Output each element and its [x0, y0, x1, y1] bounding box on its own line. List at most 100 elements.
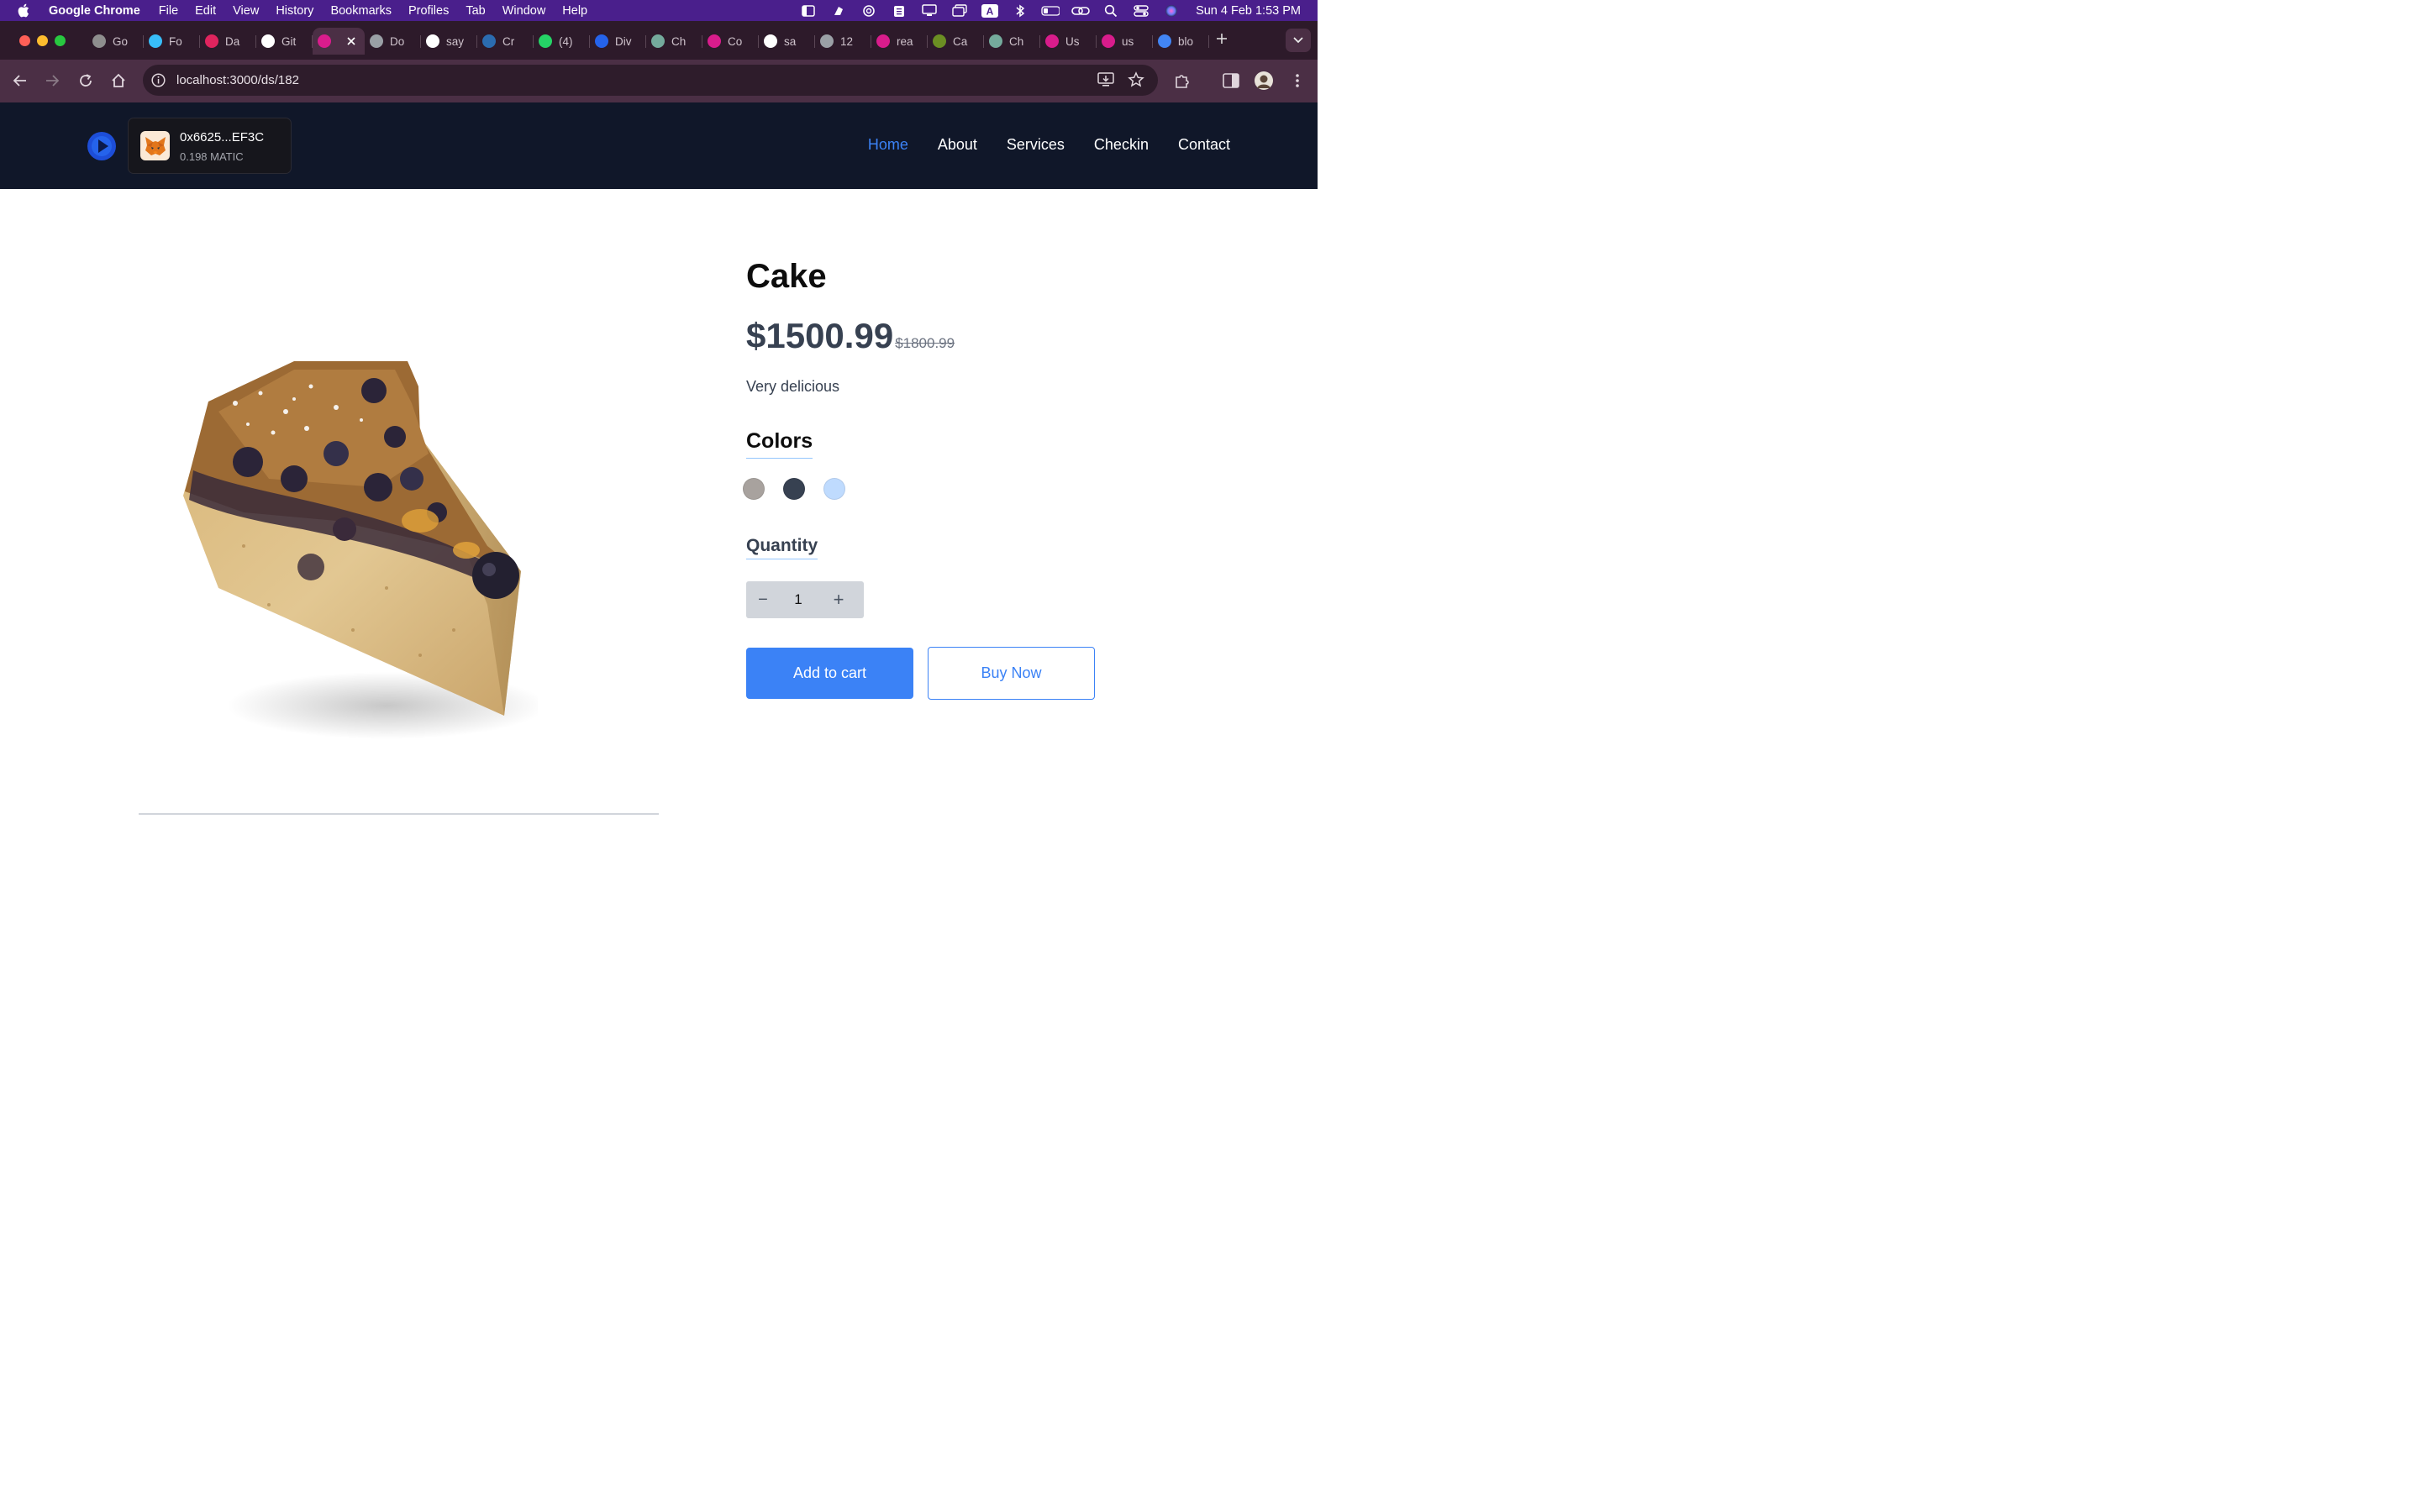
nav-services-link[interactable]: Services [1007, 136, 1065, 154]
wallet-button[interactable]: 0x6625...EF3C 0.198 MATIC [128, 118, 292, 174]
color-swatch-light-blue[interactable] [823, 478, 845, 500]
site-info-icon[interactable] [151, 73, 166, 92]
back-button[interactable] [11, 71, 29, 90]
browser-tab[interactable]: Fo [144, 28, 200, 55]
browser-tab[interactable]: 12 [815, 28, 871, 55]
close-window-button[interactable] [19, 35, 30, 46]
browser-tab[interactable]: Cr [477, 28, 534, 55]
tab-search-button[interactable] [1286, 29, 1311, 52]
minimize-window-button[interactable] [37, 35, 48, 46]
browser-tab[interactable]: Div [590, 28, 646, 55]
menu-window[interactable]: Window [502, 4, 546, 18]
browser-tab[interactable]: Do [365, 28, 421, 55]
doc-icon [595, 34, 608, 48]
color-swatch-dark[interactable] [783, 478, 805, 500]
wallet-address: 0x6625...EF3C [180, 130, 265, 144]
sidebar-icon[interactable] [799, 4, 818, 18]
reload-button[interactable] [76, 71, 95, 90]
menu-bookmarks[interactable]: Bookmarks [330, 4, 392, 18]
battery-icon[interactable] [1041, 4, 1060, 18]
bluetooth-icon[interactable] [1011, 4, 1029, 18]
browser-tab[interactable]: blo [1153, 28, 1209, 55]
browser-tab[interactable]: Ch [646, 28, 702, 55]
globe-icon [370, 34, 383, 48]
menu-profiles[interactable]: Profiles [408, 4, 449, 18]
chrome-menu-button[interactable] [1288, 71, 1307, 90]
product-price: $1500.99 [746, 316, 894, 355]
browser-tab[interactable]: Git [256, 28, 313, 55]
menu-history[interactable]: History [276, 4, 313, 18]
browser-tab[interactable]: say [421, 28, 477, 55]
apple-icon[interactable] [17, 3, 34, 18]
browser-tab[interactable]: Co [702, 28, 759, 55]
dash-icon [205, 34, 218, 48]
menu-clock[interactable]: Sun 4 Feb 1:53 PM [1196, 4, 1301, 18]
menu-help[interactable]: Help [562, 4, 587, 18]
bookmark-star-icon[interactable] [1128, 71, 1144, 92]
tab-title: Ca [953, 34, 968, 48]
profile-avatar[interactable] [1255, 71, 1273, 90]
clipboard-icon[interactable] [890, 4, 908, 18]
extensions-button[interactable] [1173, 71, 1192, 90]
menu-file[interactable]: File [159, 4, 178, 18]
chevron-down-icon [1293, 37, 1303, 44]
address-bar[interactable]: localhost:3000/ds/182 [143, 65, 1158, 96]
nav-checkin-link[interactable]: Checkin [1094, 136, 1149, 154]
menu-app-name[interactable]: Google Chrome [49, 4, 140, 18]
browser-tab[interactable]: Go [87, 28, 144, 55]
nav-contact-link[interactable]: Contact [1178, 136, 1230, 154]
quantity-value[interactable]: 1 [780, 591, 817, 608]
app-icon[interactable] [829, 4, 848, 18]
browser-tab[interactable]: Us [1040, 28, 1097, 55]
control-center-icon[interactable] [1132, 4, 1150, 18]
menu-tab[interactable]: Tab [466, 4, 485, 18]
home-button[interactable] [109, 71, 128, 90]
browser-tab[interactable]: sa [759, 28, 815, 55]
browser-tab[interactable]: Da [200, 28, 256, 55]
tab-title: 12 [840, 34, 854, 48]
menu-view[interactable]: View [233, 4, 259, 18]
decrement-button[interactable]: − [746, 591, 780, 610]
browser-tab[interactable]: us [1097, 28, 1153, 55]
webflow-icon [708, 34, 721, 48]
arrow-right-icon [46, 75, 60, 87]
browser-tab[interactable] [313, 28, 365, 55]
siri-icon[interactable] [1162, 4, 1181, 18]
forward-button[interactable] [43, 71, 61, 90]
screen: Google Chrome File Edit View History Boo… [0, 0, 1318, 823]
sync-icon[interactable] [860, 4, 878, 18]
color-swatches [743, 478, 845, 500]
os-menu-bar: Google Chrome File Edit View History Boo… [0, 0, 1318, 21]
search-icon[interactable] [1102, 4, 1120, 18]
tab-list: Go Fo Da Git Do say Cr (4) Div Ch Co sa 12 rea Ca Ch Us u… [87, 28, 1209, 55]
tab-title: (4) [559, 34, 573, 48]
add-to-cart-button[interactable]: Add to cart [746, 648, 913, 699]
install-app-icon[interactable] [1097, 72, 1114, 92]
display-icon[interactable] [920, 4, 939, 18]
buy-now-button[interactable]: Buy Now [928, 647, 1095, 700]
window-icon[interactable] [950, 4, 969, 18]
url-text[interactable]: localhost:3000/ds/182 [176, 73, 299, 87]
site-nav-links: Home About Services Checkin Contact [868, 136, 1230, 154]
kebab-menu-icon [1296, 74, 1299, 87]
tab-title: Fo [169, 34, 182, 48]
increment-button[interactable]: + [817, 589, 860, 611]
browser-tab[interactable]: (4) [534, 28, 590, 55]
color-swatch-grey[interactable] [743, 478, 765, 500]
tab-title: blo [1178, 34, 1194, 48]
github-icon [261, 34, 275, 48]
browser-tab[interactable]: rea [871, 28, 928, 55]
close-tab-icon[interactable] [346, 36, 356, 46]
zoom-window-button[interactable] [55, 35, 66, 46]
new-tab-button[interactable] [1215, 31, 1228, 50]
nav-about-link[interactable]: About [938, 136, 977, 154]
site-logo-icon[interactable] [87, 132, 116, 160]
browser-tab[interactable]: Ca [928, 28, 984, 55]
nav-home-link[interactable]: Home [868, 136, 908, 154]
menu-edit[interactable]: Edit [195, 4, 216, 18]
side-panel-button[interactable] [1222, 71, 1240, 90]
browser-tab[interactable]: Ch [984, 28, 1040, 55]
chatgpt-icon [989, 34, 1002, 48]
keyboard-a-icon[interactable]: A [981, 3, 999, 18]
link-icon[interactable] [1071, 4, 1090, 18]
